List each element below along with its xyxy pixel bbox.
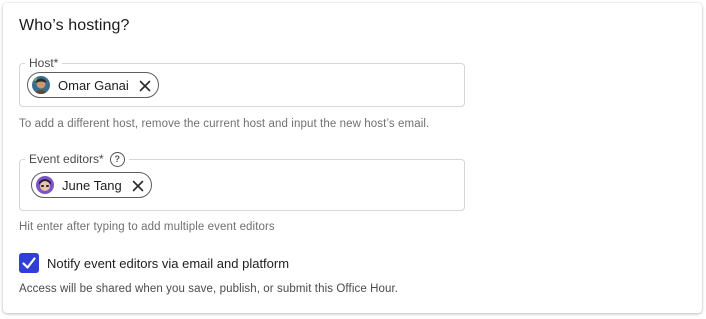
question-circle-icon[interactable]: ? bbox=[109, 151, 125, 167]
host-field[interactable]: Host* Omar Ganai bbox=[19, 55, 465, 107]
event-editors-field[interactable]: Event editors* ? June Tang bbox=[19, 151, 465, 211]
section-title: Who’s hosting? bbox=[19, 17, 130, 34]
host-chip-name: Omar Ganai bbox=[58, 77, 129, 93]
host-field-label-wrap: Host* bbox=[25, 55, 63, 71]
close-icon[interactable] bbox=[139, 79, 151, 92]
close-icon[interactable] bbox=[132, 179, 144, 192]
editor-chip-name: June Tang bbox=[62, 177, 122, 193]
checkmark-icon bbox=[22, 257, 36, 269]
access-note: Access will be shared when you save, pub… bbox=[19, 283, 399, 295]
host-field-label: Host* bbox=[29, 56, 59, 70]
editor-chip[interactable]: June Tang bbox=[31, 172, 152, 198]
editors-field-label: Event editors* bbox=[29, 152, 104, 166]
editors-field-label-wrap: Event editors* ? bbox=[25, 151, 129, 167]
person-avatar-icon bbox=[36, 176, 54, 194]
host-chip[interactable]: Omar Ganai bbox=[27, 72, 159, 98]
notify-checkbox[interactable] bbox=[19, 253, 39, 273]
notify-checkbox-row[interactable]: Notify event editors via email and platf… bbox=[19, 253, 289, 273]
hosting-card: Who’s hosting? Host* Omar Ganai To add a… bbox=[3, 3, 702, 313]
notify-checkbox-label[interactable]: Notify event editors via email and platf… bbox=[47, 256, 289, 271]
host-helper-text: To add a different host, remove the curr… bbox=[19, 118, 430, 130]
person-avatar-icon bbox=[32, 76, 50, 94]
editors-helper-text: Hit enter after typing to add multiple e… bbox=[19, 221, 275, 233]
